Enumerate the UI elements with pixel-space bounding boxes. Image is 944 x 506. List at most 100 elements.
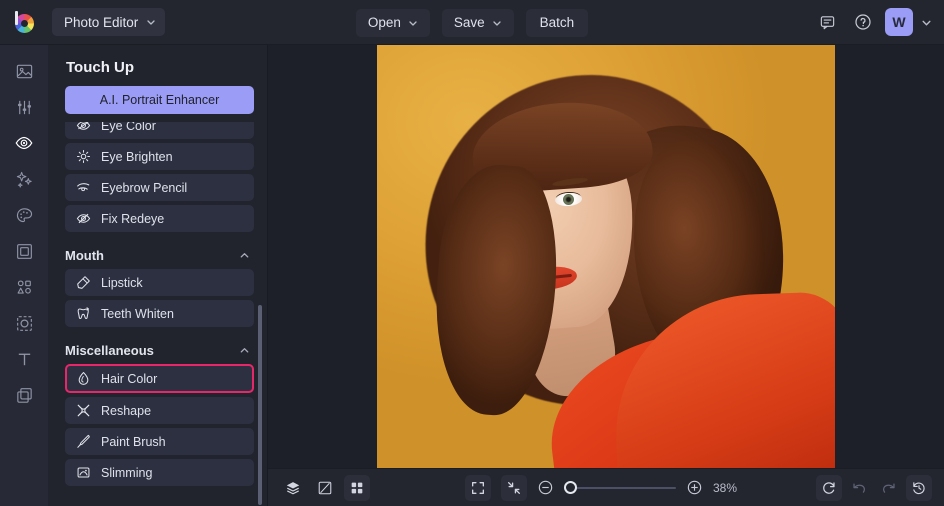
- hair-droplet-icon: [76, 371, 91, 386]
- tool-rail: [0, 45, 48, 506]
- zoom-slider-track: [564, 486, 676, 489]
- tool-item-eyebrow-pencil[interactable]: Eyebrow Pencil: [65, 174, 254, 201]
- tool-item-label: Eyebrow Pencil: [101, 180, 188, 195]
- feedback-button[interactable]: [813, 8, 841, 36]
- undo-button[interactable]: [846, 475, 872, 501]
- tool-item-label: Teeth Whiten: [101, 306, 174, 321]
- help-button[interactable]: [849, 8, 877, 36]
- tool-item-eye-brighten[interactable]: Eye Brighten: [65, 143, 254, 170]
- group-header-label: Miscellaneous: [65, 343, 154, 358]
- rail-item-text[interactable]: [7, 345, 41, 373]
- rail-item-palette[interactable]: [7, 201, 41, 229]
- save-label: Save: [453, 15, 485, 30]
- grid-view-button[interactable]: [344, 474, 370, 501]
- redo-icon: [881, 480, 897, 496]
- brightness-icon: [76, 149, 91, 164]
- image-canvas[interactable]: [268, 45, 944, 468]
- zoom-slider-knob[interactable]: [564, 481, 577, 494]
- comment-icon: [819, 14, 836, 31]
- rail-item-crop-focus[interactable]: [7, 309, 41, 337]
- collapse-view-button[interactable]: [501, 474, 527, 501]
- tool-item-label: Hair Color: [101, 371, 158, 386]
- compare-split-icon: [317, 480, 333, 496]
- paint-brush-icon: [76, 434, 91, 449]
- tool-item-hair-color[interactable]: Hair Color: [65, 364, 254, 393]
- panel-scrollbar[interactable]: [258, 305, 262, 505]
- batch-label: Batch: [539, 15, 575, 30]
- color-wheel-logo-icon: [12, 10, 36, 34]
- compare-button[interactable]: [312, 475, 338, 501]
- rail-item-layers-copy[interactable]: [7, 381, 41, 409]
- grid-view-icon: [349, 480, 365, 496]
- collapse-arrows-icon: [506, 480, 522, 496]
- tool-item-label: Eye Brighten: [101, 149, 173, 164]
- image-icon: [15, 62, 34, 81]
- chevron-up-icon: [239, 345, 250, 356]
- rail-item-touch-up[interactable]: [7, 129, 41, 157]
- fit-screen-button[interactable]: [465, 474, 491, 501]
- layers-button[interactable]: [280, 475, 306, 501]
- zoom-in-button[interactable]: [686, 479, 703, 496]
- group-header-miscellaneous[interactable]: Miscellaneous: [65, 331, 254, 364]
- slimming-icon: [76, 465, 91, 480]
- shapes-icon: [15, 278, 34, 297]
- tooth-icon: [76, 306, 91, 321]
- app-mode-label: Photo Editor: [64, 14, 139, 30]
- tool-item-paint-brush[interactable]: Paint Brush: [65, 428, 254, 455]
- top-toolbar: Photo Editor Open Save Batch W: [0, 0, 944, 45]
- group-header-mouth[interactable]: Mouth: [65, 236, 254, 269]
- zoom-out-icon: [537, 479, 554, 496]
- tool-item-label: Paint Brush: [101, 434, 166, 449]
- rail-item-frame[interactable]: [7, 237, 41, 265]
- app-logo[interactable]: [0, 0, 48, 45]
- tool-item-label: Fix Redeye: [101, 211, 165, 226]
- panel-title: Touch Up: [66, 59, 135, 76]
- app-mode-menu[interactable]: Photo Editor: [52, 8, 166, 36]
- question-circle-icon: [854, 13, 872, 31]
- zoom-level-value: 38%: [713, 480, 738, 495]
- layers-copy-icon: [15, 386, 34, 405]
- crop-focus-icon: [15, 314, 34, 333]
- rail-item-image[interactable]: [7, 57, 41, 85]
- tool-item-eye-color[interactable]: Eye Color: [65, 122, 254, 139]
- zoom-out-button[interactable]: [537, 479, 554, 496]
- portrait-photo[interactable]: [377, 45, 835, 468]
- rail-item-adjust[interactable]: [7, 93, 41, 121]
- tool-item-label: Slimming: [101, 465, 153, 480]
- open-button[interactable]: Open: [355, 8, 430, 37]
- tool-item-reshape[interactable]: Reshape: [65, 397, 254, 424]
- editor-body: Touch Up A.I. Portrait Enhancer Eye Colo…: [0, 45, 944, 506]
- lipstick-icon: [76, 275, 91, 290]
- reshape-icon: [76, 403, 91, 418]
- undo-icon: [851, 480, 867, 496]
- ai-portrait-enhancer-button[interactable]: A.I. Portrait Enhancer: [65, 86, 254, 114]
- rail-item-shapes[interactable]: [7, 273, 41, 301]
- ai-portrait-enhancer-label: A.I. Portrait Enhancer: [99, 93, 220, 107]
- bottom-right-tools: [816, 474, 932, 501]
- rail-item-effects[interactable]: [7, 165, 41, 193]
- tools-scroll-area[interactable]: Eye Color Eye Brighten Eyebrow Pencil Fi…: [48, 122, 268, 506]
- user-avatar[interactable]: W: [885, 8, 913, 36]
- chevron-down-icon: [492, 18, 502, 28]
- tool-item-slimming[interactable]: Slimming: [65, 459, 254, 486]
- batch-button[interactable]: Batch: [525, 8, 589, 37]
- chevron-down-icon: [408, 18, 418, 28]
- bottom-left-tools: [280, 474, 370, 501]
- eye-retouch-icon: [14, 133, 34, 153]
- history-button[interactable]: [906, 474, 932, 501]
- reset-button[interactable]: [816, 474, 842, 501]
- save-button[interactable]: Save: [441, 8, 514, 37]
- open-label: Open: [367, 15, 401, 30]
- tool-item-label: Eye Color: [101, 122, 156, 133]
- tool-item-lipstick[interactable]: Lipstick: [65, 269, 254, 296]
- redo-button[interactable]: [876, 475, 902, 501]
- canvas-area: 38%: [268, 45, 944, 506]
- history-icon: [911, 480, 927, 496]
- tool-item-fix-redeye[interactable]: Fix Redeye: [65, 205, 254, 232]
- palette-icon: [15, 206, 34, 225]
- account-chevron-down-icon[interactable]: [921, 17, 932, 28]
- eye-slash-icon: [76, 211, 91, 226]
- tool-item-teeth-whiten[interactable]: Teeth Whiten: [65, 300, 254, 327]
- zoom-in-icon: [686, 479, 703, 496]
- zoom-slider[interactable]: [564, 481, 676, 494]
